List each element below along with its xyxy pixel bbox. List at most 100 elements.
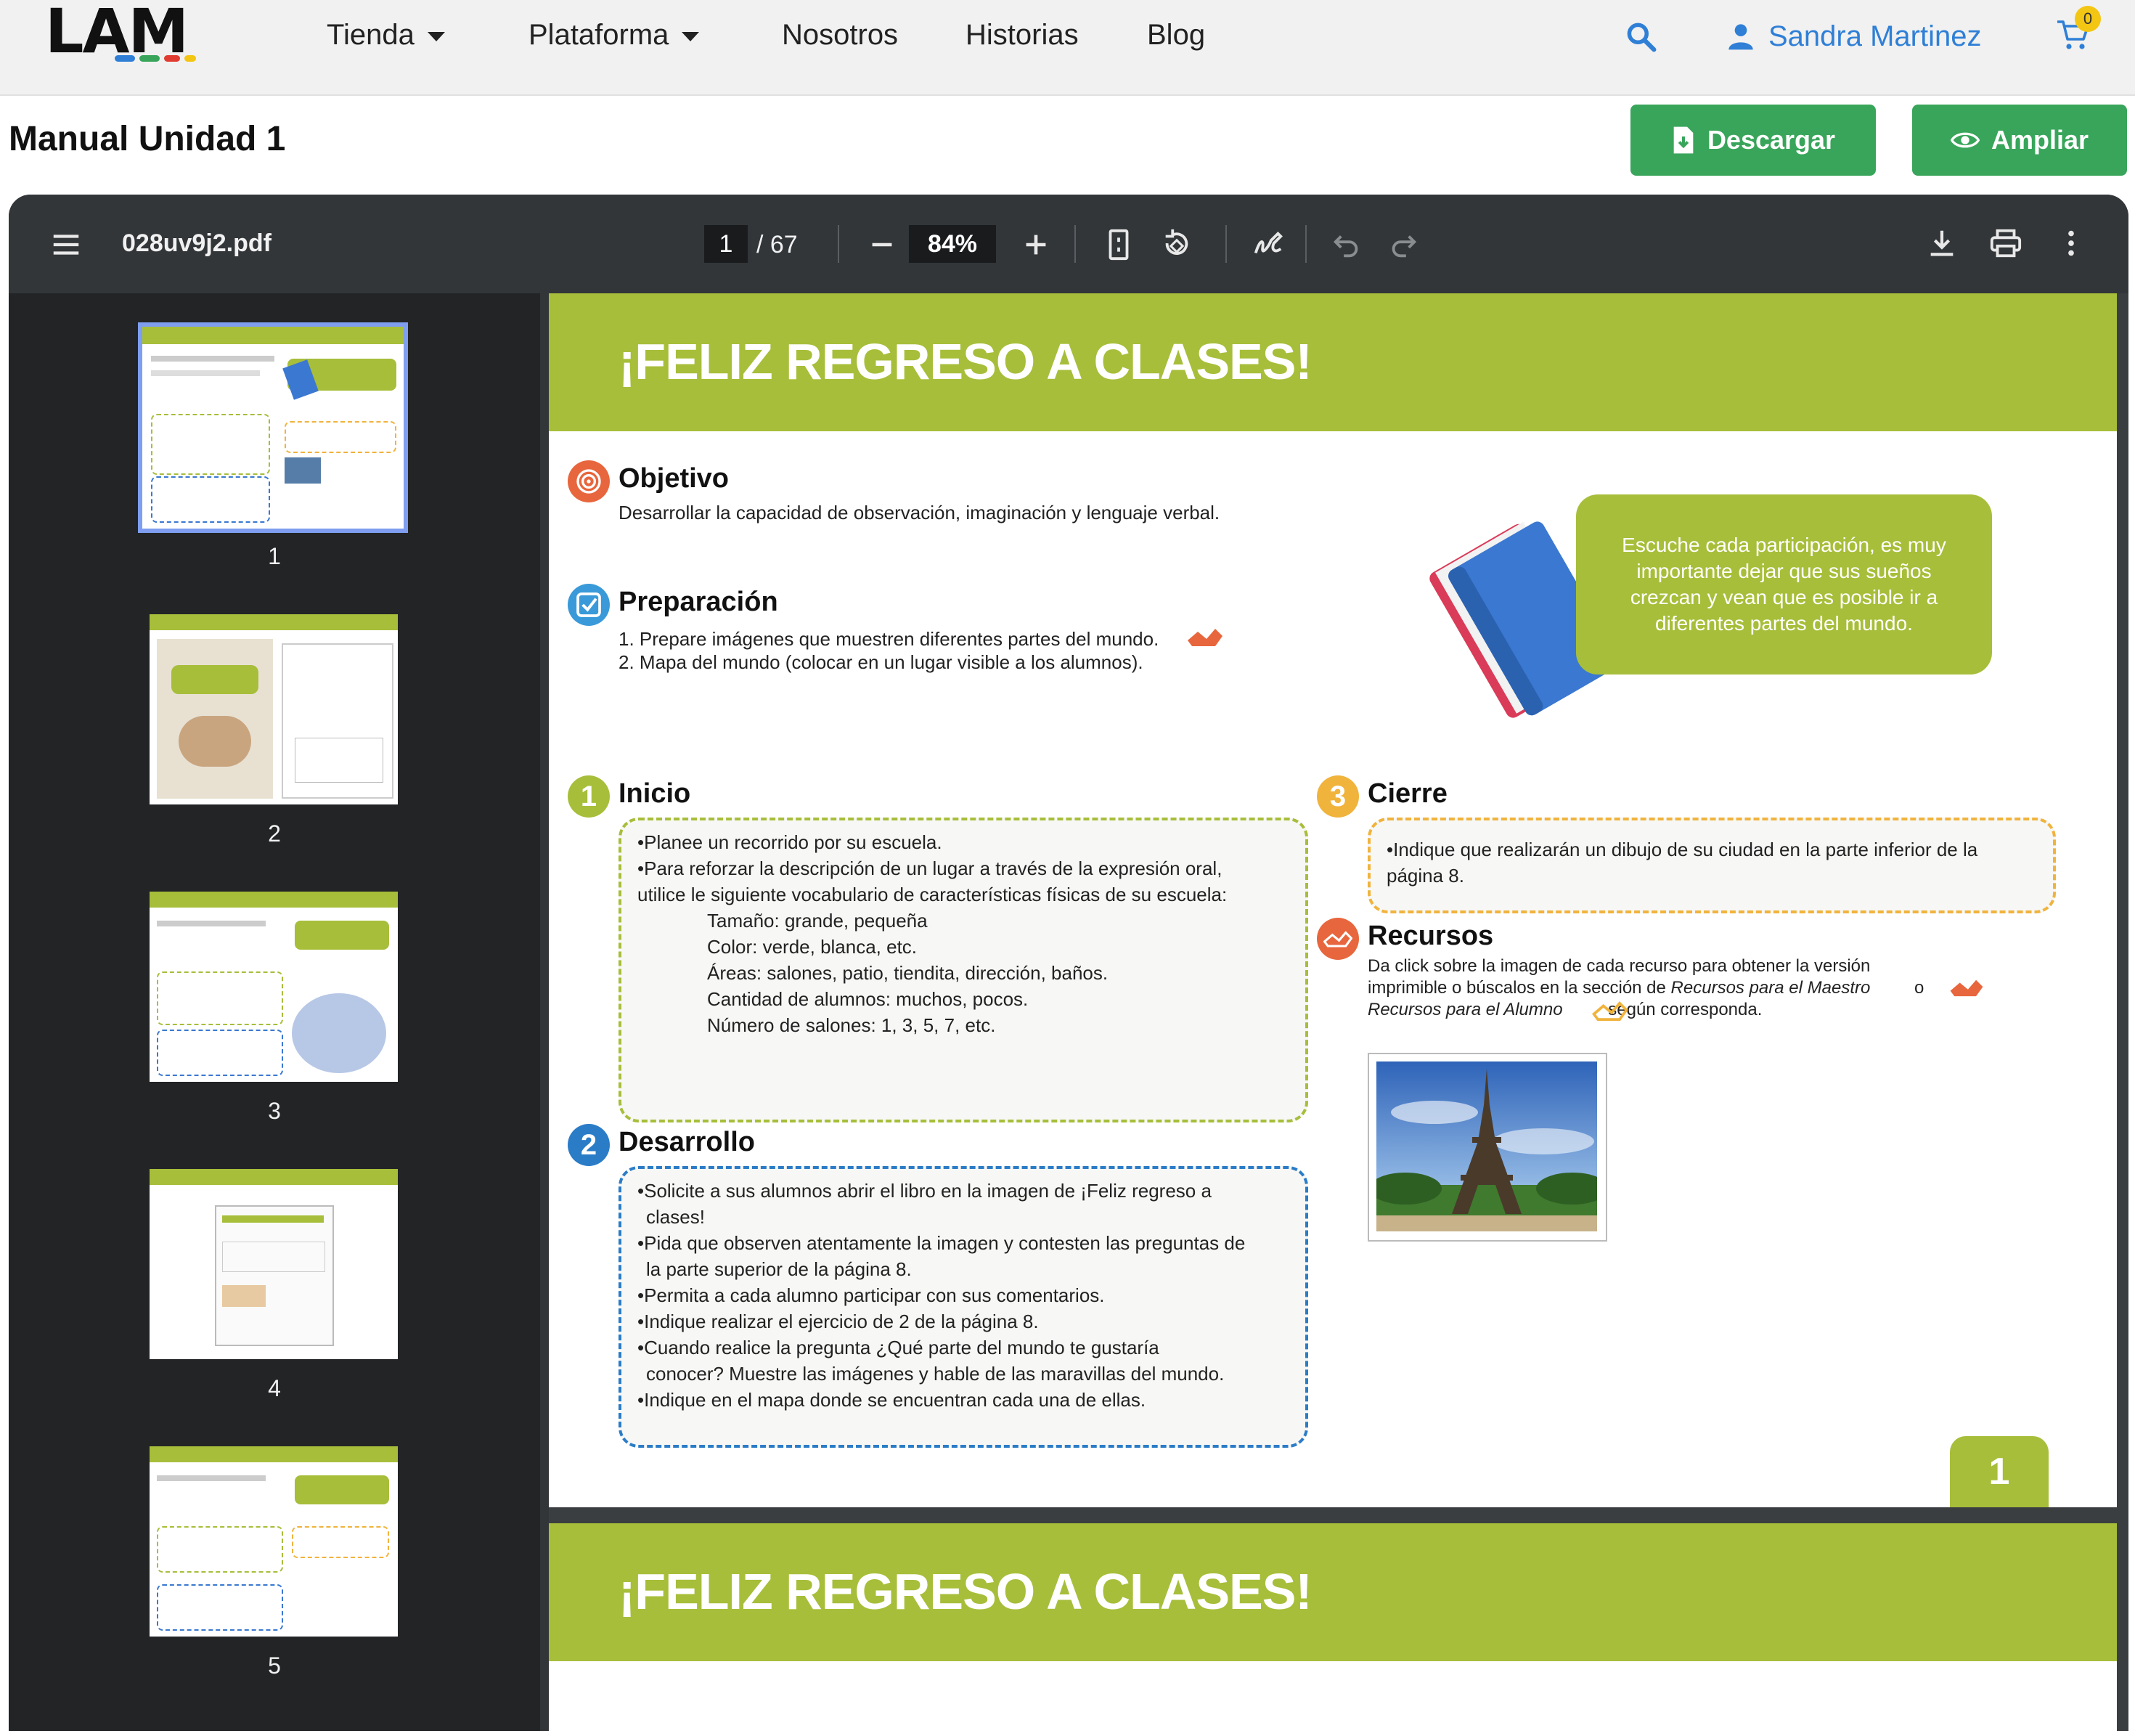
annotate-icon[interactable] bbox=[1252, 228, 1285, 261]
nav-nosotros-label: Nosotros bbox=[782, 18, 899, 51]
teacher-resources-link[interactable]: Recursos para el Maestro bbox=[1671, 978, 1871, 998]
inicio-vocab: Número de salones: 1, 3, 5, 7, etc. bbox=[707, 1014, 996, 1036]
thumbnail-page-4[interactable] bbox=[150, 1169, 398, 1359]
recursos-line-3: Recursos para el Alumno según correspond… bbox=[1368, 1000, 1763, 1019]
cierre-box: •Indique que realizarán un dibujo de su … bbox=[1368, 818, 2056, 913]
banner-title: ¡FELIZ REGRESO A CLASES! bbox=[619, 333, 1313, 390]
menu-icon[interactable] bbox=[49, 228, 83, 261]
step-2-badge: 2 bbox=[568, 1124, 610, 1166]
thumbnail-label: 4 bbox=[268, 1375, 281, 1401]
top-navbar: LAM Tienda Plataforma Nosotros Historias… bbox=[0, 0, 2135, 96]
objetivo-title: Objetivo bbox=[619, 463, 730, 494]
desarrollo-line: clases! bbox=[646, 1206, 705, 1228]
inicio-box: •Planee un recorrido por su escuela. •Pa… bbox=[619, 818, 1308, 1122]
recursos-line-2: imprimible o búscalos en la sección de R… bbox=[1368, 978, 1924, 998]
page-title: Manual Unidad 1 bbox=[9, 120, 286, 158]
inicio-vocab: Cantidad de alumnos: muchos, pocos. bbox=[707, 988, 1029, 1010]
fit-page-icon[interactable] bbox=[1102, 228, 1135, 261]
pdf-page-1: ¡FELIZ REGRESO A CLASES! Objetivo Desarr… bbox=[549, 293, 2117, 1507]
nav-blog[interactable]: Blog bbox=[1147, 15, 1205, 55]
tip-callout: Escuche cada participación, es muy impor… bbox=[1576, 494, 1992, 675]
page-number-tab: 1 bbox=[1950, 1436, 2049, 1507]
recursos-title: Recursos bbox=[1368, 921, 1494, 951]
download-label: Descargar bbox=[1707, 125, 1836, 155]
inicio-line: •Para reforzar la descripción de un luga… bbox=[637, 857, 1222, 879]
page-number-input[interactable]: 1 bbox=[704, 225, 748, 263]
file-download-icon bbox=[1673, 126, 1694, 154]
expand-button[interactable]: Ampliar bbox=[1912, 105, 2127, 176]
desarrollo-line: •Cuando realice la pregunta ¿Qué parte d… bbox=[637, 1337, 1159, 1358]
pdf-page-2: ¡FELIZ REGRESO A CLASES! bbox=[549, 1523, 2117, 1731]
cart-count-badge: 0 bbox=[2075, 6, 2101, 32]
nav-plataforma[interactable]: Plataforma bbox=[528, 15, 700, 55]
thumbnail-page-2[interactable] bbox=[150, 614, 398, 804]
search-icon[interactable] bbox=[1625, 20, 1657, 52]
thumbnail-label: 3 bbox=[268, 1098, 281, 1124]
thumbnail-label: 1 bbox=[268, 543, 281, 569]
cierre-title: Cierre bbox=[1368, 778, 1448, 809]
redo-icon[interactable] bbox=[1387, 228, 1420, 261]
logo-color-bars bbox=[115, 55, 196, 62]
more-options-icon[interactable] bbox=[2054, 227, 2088, 260]
nav-tienda-label: Tienda bbox=[327, 18, 415, 51]
nav-tienda[interactable]: Tienda bbox=[327, 15, 445, 55]
thumbnail-page-3[interactable] bbox=[150, 892, 398, 1082]
page-banner: ¡FELIZ REGRESO A CLASES! bbox=[549, 293, 2117, 431]
thumbnail-page-5[interactable] bbox=[150, 1446, 398, 1637]
chevron-down-icon bbox=[682, 31, 700, 41]
nav-nosotros[interactable]: Nosotros bbox=[782, 15, 898, 55]
checkbox-icon bbox=[568, 584, 610, 626]
desarrollo-line: •Indique en el mapa donde se encuentran … bbox=[637, 1389, 1146, 1411]
rotate-icon[interactable] bbox=[1160, 228, 1193, 261]
total-pages: / 67 bbox=[756, 231, 798, 258]
thumbnail-label: 5 bbox=[268, 1653, 281, 1679]
pdf-page-area: ¡FELIZ REGRESO A CLASES! Objetivo Desarr… bbox=[549, 293, 2128, 1731]
download-icon[interactable] bbox=[1925, 227, 1959, 260]
inicio-title: Inicio bbox=[619, 778, 691, 809]
inicio-line: utilice le siguiente vocabulario de cara… bbox=[637, 884, 1228, 905]
recursos-line-1: Da click sobre la imagen de cada recurso… bbox=[1368, 956, 1871, 976]
eiffel-tower-image bbox=[1376, 1061, 1597, 1231]
preparacion-line-2: 2. Mapa del mundo (colocar en un lugar v… bbox=[619, 651, 1143, 673]
preparacion-line-1: 1. Prepare imágenes que muestren diferen… bbox=[619, 628, 1159, 650]
thumbnail-page-1[interactable] bbox=[138, 322, 408, 533]
page-banner: ¡FELIZ REGRESO A CLASES! bbox=[549, 1523, 2117, 1661]
thumbnail-label: 2 bbox=[268, 820, 281, 847]
pdf-viewer: 028uv9j2.pdf 1 / 67 84% 1 2 3 4 5 ¡FELIZ… bbox=[9, 195, 2128, 1731]
print-icon[interactable] bbox=[1989, 227, 2022, 260]
inicio-vocab: Color: verde, blanca, etc. bbox=[707, 936, 918, 958]
expand-label: Ampliar bbox=[1991, 125, 2089, 155]
logo[interactable]: LAM bbox=[45, 0, 196, 73]
zoom-out-icon[interactable] bbox=[865, 228, 899, 261]
teacher-resource-icon[interactable] bbox=[1948, 977, 1985, 998]
download-button[interactable]: Descargar bbox=[1630, 105, 1876, 176]
desarrollo-line: •Indique realizar el ejercicio de 2 de l… bbox=[637, 1311, 1039, 1332]
objetivo-text: Desarrollar la capacidad de observación,… bbox=[619, 502, 1220, 523]
user-name: Sandra Martinez bbox=[1768, 20, 1982, 52]
teacher-resource-icon[interactable] bbox=[1186, 626, 1224, 648]
desarrollo-title: Desarrollo bbox=[619, 1127, 755, 1157]
banner-title: ¡FELIZ REGRESO A CLASES! bbox=[619, 1563, 1313, 1620]
zoom-in-icon[interactable] bbox=[1019, 228, 1053, 261]
desarrollo-line: conocer? Muestre las imágenes y hable de… bbox=[646, 1363, 1225, 1385]
student-resource-icon[interactable] bbox=[1591, 1001, 1629, 1021]
desarrollo-line: la parte superior de la página 8. bbox=[646, 1258, 912, 1280]
chevron-down-icon bbox=[427, 31, 445, 41]
desarrollo-line: •Permita a cada alumno participar con su… bbox=[637, 1284, 1105, 1306]
user-menu[interactable]: Sandra Martinez bbox=[1726, 16, 1981, 57]
viewer-toolbar: 028uv9j2.pdf 1 / 67 84% bbox=[9, 195, 2128, 293]
inicio-line: •Planee un recorrido por su escuela. bbox=[637, 831, 942, 853]
user-icon bbox=[1728, 24, 1753, 50]
step-3-badge: 3 bbox=[1317, 775, 1359, 818]
preparacion-title: Preparación bbox=[619, 587, 778, 617]
inicio-vocab: Áreas: salones, patio, tiendita, direcci… bbox=[707, 962, 1109, 984]
nav-plataforma-label: Plataforma bbox=[528, 18, 669, 51]
cierre-line: •Indique que realizarán un dibujo de su … bbox=[1387, 839, 1978, 860]
nav-historias[interactable]: Historias bbox=[966, 15, 1079, 55]
undo-icon[interactable] bbox=[1330, 228, 1363, 261]
desarrollo-box: •Solicite a sus alumnos abrir el libro e… bbox=[619, 1166, 1308, 1448]
resource-thumbnail[interactable] bbox=[1368, 1053, 1607, 1242]
inicio-vocab: Tamaño: grande, pequeña bbox=[707, 910, 928, 932]
zoom-level[interactable]: 84% bbox=[909, 225, 996, 263]
file-name: 028uv9j2.pdf bbox=[122, 229, 272, 257]
